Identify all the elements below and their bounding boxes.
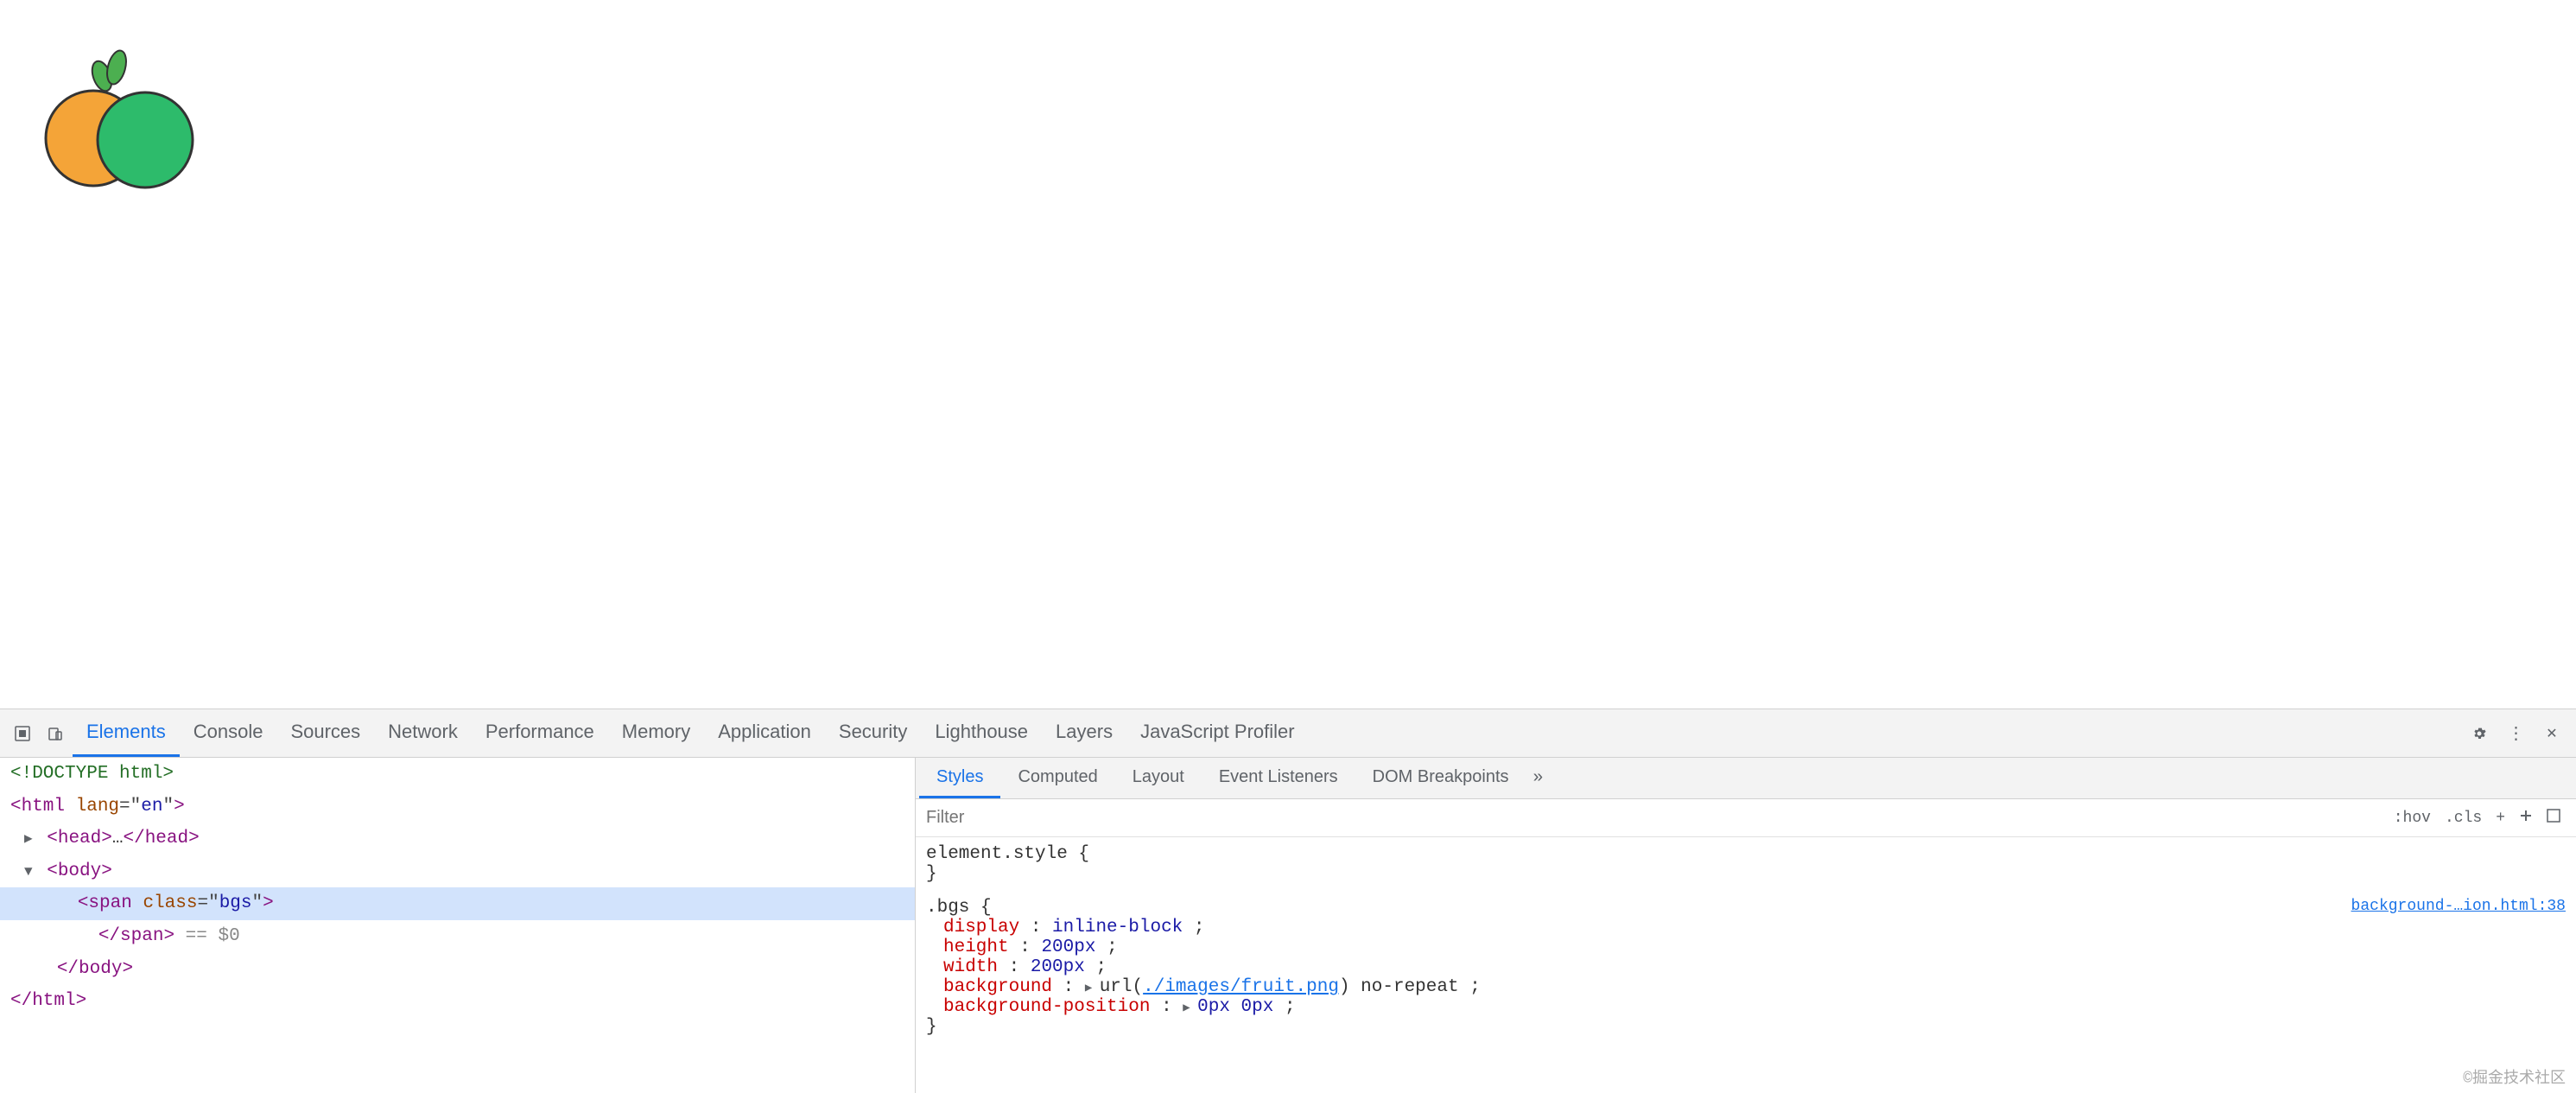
expand-triangle: ▼ [24, 864, 33, 880]
styles-filter-input[interactable] [926, 808, 2382, 828]
styles-toolbar: :hov .cls + [916, 799, 2576, 837]
dom-doctype[interactable]: <!DOCTYPE html> [0, 758, 915, 791]
devtools-body: <!DOCTYPE html> <html lang="en"> ▶ <head… [0, 758, 2576, 1093]
browser-viewport [0, 0, 2576, 709]
dom-span-bgs[interactable]: <span class="bgs"> [0, 887, 915, 920]
dom-html-open[interactable]: <html lang="en"> [0, 791, 915, 823]
dom-body-open[interactable]: ▼ <body> [0, 855, 915, 888]
dom-span-close[interactable]: </span> == $0 [0, 920, 915, 953]
tab-network[interactable]: Network [374, 709, 472, 757]
fruit-illustration [35, 35, 199, 199]
cls-pseudo-button[interactable]: .cls [2440, 808, 2487, 829]
devtools-right-icons: ⋮ ✕ [2464, 718, 2569, 749]
css-prop-background: background : ▶ url(./images/fruit.png) n… [926, 977, 2566, 997]
element-style-rule: element.style { } [926, 844, 2566, 884]
new-rule-button[interactable] [2514, 807, 2538, 829]
add-style-button[interactable]: + [2490, 808, 2510, 829]
styles-subtab-event-listeners[interactable]: Event Listeners [1202, 758, 1355, 798]
settings-button[interactable] [2464, 718, 2495, 749]
tab-application[interactable]: Application [704, 709, 825, 757]
dom-body-close[interactable]: </body> [0, 953, 915, 986]
css-prop-width: width : 200px ; [926, 957, 2566, 977]
tab-js-profiler[interactable]: JavaScript Profiler [1126, 709, 1309, 757]
tab-security[interactable]: Security [825, 709, 921, 757]
close-devtools-button[interactable]: ✕ [2536, 718, 2567, 749]
more-options-button[interactable]: ⋮ [2500, 718, 2531, 749]
bgs-rule: .bgs { background-…ion.html:38 display :… [926, 898, 2566, 1037]
background-url-link[interactable]: ./images/fruit.png [1143, 977, 1339, 997]
inspect-styles-button[interactable] [2541, 807, 2566, 829]
devtools-panel: Elements Console Sources Network Perform… [0, 709, 2576, 1093]
tab-performance[interactable]: Performance [472, 709, 608, 757]
styles-panel: Styles Computed Layout Event Listeners D… [916, 758, 2576, 1093]
tab-sources[interactable]: Sources [276, 709, 374, 757]
more-tabs-button[interactable]: » [1526, 768, 1551, 788]
tab-memory[interactable]: Memory [608, 709, 704, 757]
styles-subtab-dom-breakpoints[interactable]: DOM Breakpoints [1355, 758, 1526, 798]
css-prop-display: display : inline-block ; [926, 918, 2566, 937]
devtools-watermark: ©掘金技术社区 [2463, 1065, 2566, 1088]
styles-content: element.style { } .bgs { background-…ion… [916, 837, 2576, 1093]
css-prop-height: height : 200px ; [926, 937, 2566, 957]
devtools-toolbar: Elements Console Sources Network Perform… [0, 709, 2576, 758]
device-toolbar-button[interactable] [40, 718, 71, 749]
styles-subtab-layout[interactable]: Layout [1115, 758, 1202, 798]
styles-tabs: Styles Computed Layout Event Listeners D… [916, 758, 2576, 799]
css-source-link[interactable]: background-…ion.html:38 [2351, 898, 2566, 915]
tab-elements[interactable]: Elements [73, 709, 180, 757]
select-element-button[interactable] [7, 718, 38, 749]
css-prop-background-position: background-position : ▶ 0px 0px ; [926, 997, 2566, 1017]
dom-html-close[interactable]: </html> [0, 985, 915, 1018]
devtools-tabs: Elements Console Sources Network Perform… [73, 709, 2464, 757]
tab-layers[interactable]: Layers [1042, 709, 1126, 757]
styles-subtab-styles[interactable]: Styles [919, 758, 1000, 798]
tab-console[interactable]: Console [180, 709, 277, 757]
collapse-triangle: ▶ [24, 831, 33, 847]
styles-subtab-computed[interactable]: Computed [1000, 758, 1114, 798]
hov-pseudo-button[interactable]: :hov [2389, 808, 2436, 829]
tab-lighthouse[interactable]: Lighthouse [921, 709, 1042, 757]
elements-panel: <!DOCTYPE html> <html lang="en"> ▶ <head… [0, 758, 916, 1093]
dom-head[interactable]: ▶ <head>…</head> [0, 823, 915, 855]
